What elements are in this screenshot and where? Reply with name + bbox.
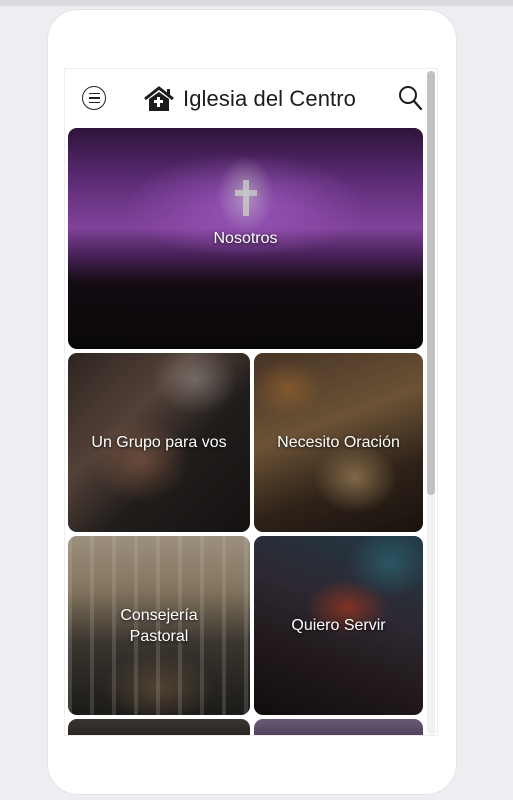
tile-quiero-servir[interactable]: Quiero Servir [254, 536, 423, 715]
browser-top-strip [0, 0, 513, 6]
tile-label: Un Grupo para vos [91, 434, 227, 451]
brand: Iglesia del Centro [143, 83, 356, 115]
tile-label: Nosotros [213, 230, 278, 247]
search-icon[interactable] [397, 84, 423, 112]
app-header: Iglesia del Centro [65, 69, 425, 127]
app-title: Iglesia del Centro [183, 86, 357, 111]
tile-partial[interactable] [68, 719, 250, 735]
church-logo-icon [144, 86, 174, 111]
tile-label: Necesito Oración [277, 434, 400, 451]
scrollbar-thumb[interactable] [427, 71, 435, 495]
menu-icon[interactable] [82, 86, 106, 110]
scrollbar[interactable] [427, 71, 435, 735]
tile-label: Consejería Pastoral [120, 606, 198, 645]
tile-un-grupo-para-vos[interactable]: Un Grupo para vos [68, 353, 250, 532]
tile-label: Quiero Servir [291, 617, 386, 634]
tile-necesito-oracion[interactable]: Necesito Oración [254, 353, 423, 532]
tile-partial[interactable] [254, 719, 423, 735]
tile-nosotros[interactable]: Nosotros [68, 128, 423, 349]
tile-consejeria-pastoral[interactable]: Consejería Pastoral [68, 536, 250, 715]
app-screen: Iglesia del Centro Nosotros Un Grupo par… [64, 68, 438, 736]
